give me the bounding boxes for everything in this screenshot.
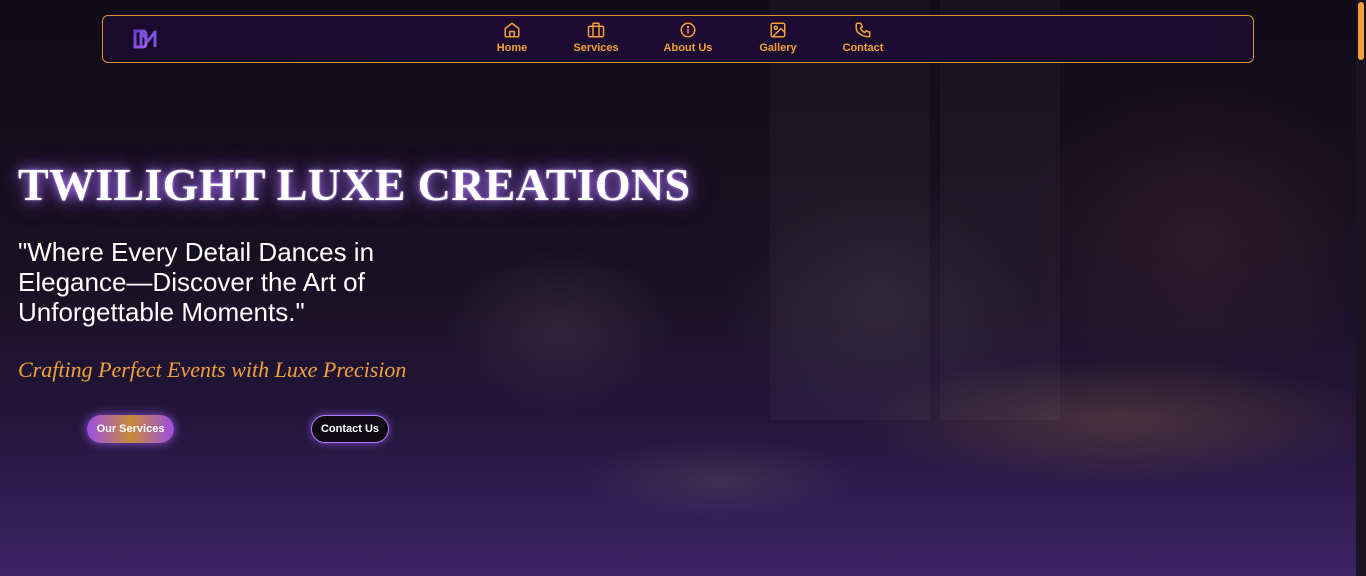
scrollbar-thumb[interactable] xyxy=(1358,2,1364,60)
nav-label-about: About Us xyxy=(663,42,713,54)
nav-item-gallery[interactable]: Gallery xyxy=(758,21,798,54)
briefcase-icon xyxy=(587,22,605,38)
top-navbar: Home Services About Us Gallery Contact xyxy=(102,15,1254,63)
nav-item-services[interactable]: Services xyxy=(571,21,621,54)
nav-item-home[interactable]: Home xyxy=(494,21,530,54)
our-services-button[interactable]: Our Services xyxy=(87,415,174,443)
nav-label-contact: Contact xyxy=(842,42,884,54)
nav-item-about[interactable]: About Us xyxy=(663,21,713,54)
nav-label-services: Services xyxy=(573,42,619,54)
background-panel xyxy=(940,0,1060,420)
background-panel xyxy=(770,0,930,420)
phone-icon xyxy=(855,22,871,38)
home-icon xyxy=(504,22,520,38)
image-icon xyxy=(770,22,786,38)
hero-title: TWILIGHT LUXE CREATIONS xyxy=(18,159,691,210)
nav-label-home: Home xyxy=(496,42,528,54)
nav-item-contact[interactable]: Contact xyxy=(841,21,885,54)
hero-tagline: Crafting Perfect Events with Luxe Precis… xyxy=(18,357,407,382)
vertical-scrollbar[interactable] xyxy=(1356,0,1366,576)
hero-quote: "Where Every Detail Dances in Elegance—D… xyxy=(18,237,375,327)
nav-label-gallery: Gallery xyxy=(759,42,797,54)
contact-us-button[interactable]: Contact Us xyxy=(311,415,389,443)
nav-menu: Home Services About Us Gallery Contact xyxy=(103,21,1253,59)
info-icon xyxy=(680,22,696,38)
